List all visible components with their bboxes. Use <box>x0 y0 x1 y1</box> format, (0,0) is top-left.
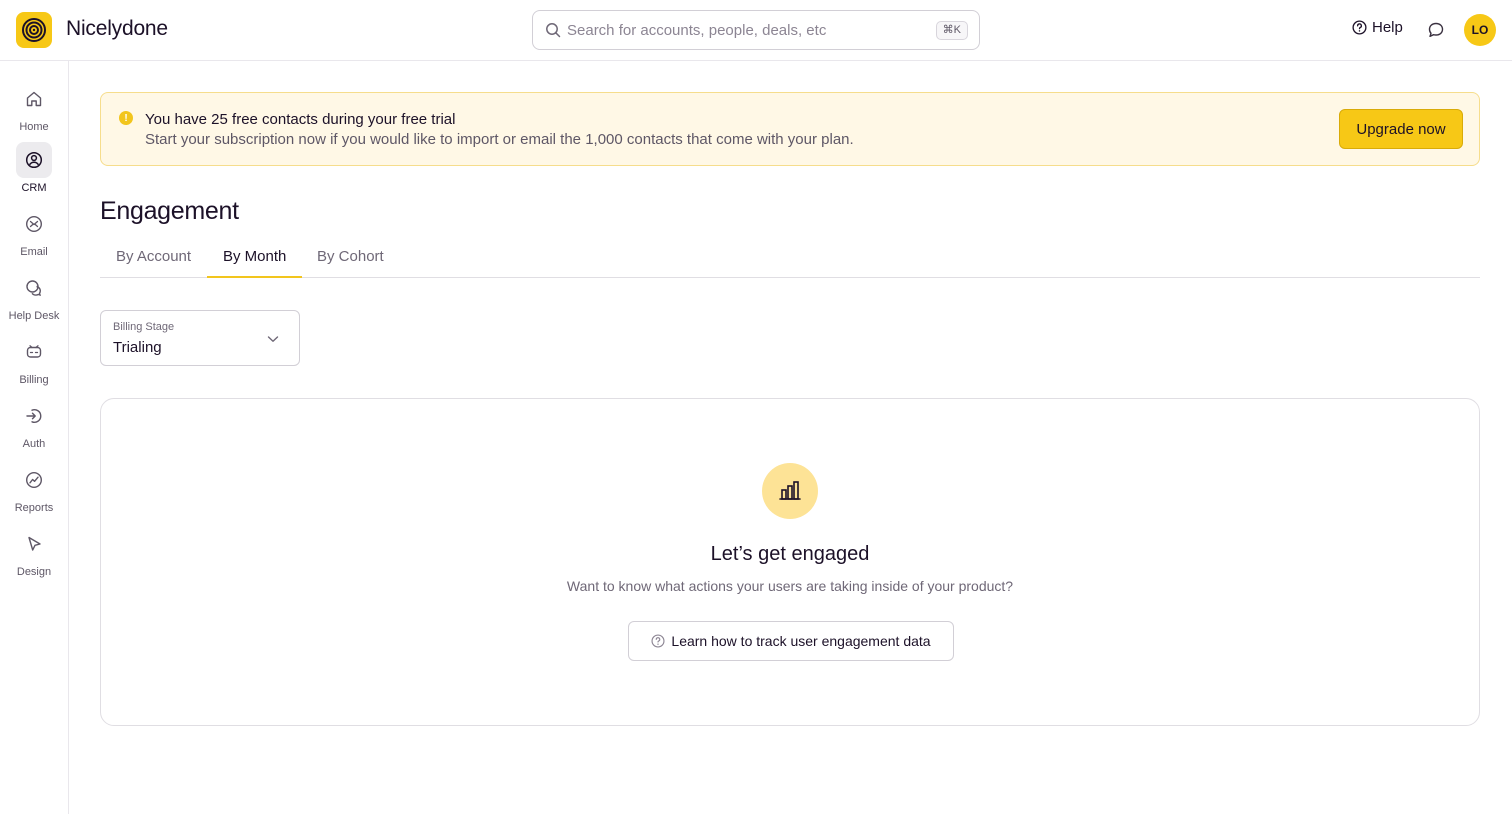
sidebar-item-reports[interactable]: Reports <box>0 462 68 522</box>
learn-tracking-button[interactable]: Learn how to track user engagement data <box>628 621 954 661</box>
user-circle-icon <box>16 142 52 178</box>
sidebar-item-label: Design <box>16 566 52 578</box>
info-icon: ! <box>119 111 133 125</box>
home-icon <box>16 81 52 117</box>
chart-line-icon <box>16 462 52 498</box>
help-circle-icon <box>1352 20 1367 35</box>
tab-by-month[interactable]: By Month <box>207 238 303 278</box>
sidebar-item-help-desk[interactable]: Help Desk <box>0 270 68 330</box>
tab-by-account[interactable]: By Account <box>100 238 207 278</box>
billing-icon <box>16 334 52 370</box>
sidebar-item-label: CRM <box>21 182 47 194</box>
search-shortcut-badge: ⌘K <box>935 21 968 40</box>
learn-tracking-label: Learn how to track user engagement data <box>671 633 931 649</box>
chat-icon[interactable] <box>1426 20 1446 40</box>
empty-state-card: Let’s get engaged Want to know what acti… <box>100 398 1480 726</box>
sidebar-item-label: Email <box>20 246 48 258</box>
top-bar: Nicelydone ⌘K Help LO <box>0 0 1512 61</box>
banner-text: Start your subscription now if you would… <box>145 131 854 148</box>
chat-bubbles-icon <box>16 270 52 306</box>
billing-stage-select[interactable]: Billing Stage Trialing <box>100 310 300 366</box>
sidebar-item-design[interactable]: Design <box>0 526 68 586</box>
chevron-down-icon <box>267 336 279 342</box>
page-title: Engagement <box>100 197 239 225</box>
search-icon <box>546 23 561 38</box>
billing-stage-value: Trialing <box>113 339 162 356</box>
global-search[interactable]: ⌘K <box>532 10 980 50</box>
upgrade-now-button[interactable]: Upgrade now <box>1339 109 1463 149</box>
banner-title: You have 25 free contacts during your fr… <box>145 111 456 128</box>
app-name: Nicelydone <box>66 17 168 40</box>
sidebar-item-label: Auth <box>22 438 46 450</box>
empty-state-text: Want to know what actions your users are… <box>566 578 1014 594</box>
help-label: Help <box>1372 19 1403 36</box>
sidebar-item-crm[interactable]: CRM <box>0 142 68 202</box>
sidebar-item-label: Billing <box>19 374 49 386</box>
trial-banner: ! You have 25 free contacts during your … <box>100 92 1480 166</box>
sidebar-item-home[interactable]: Home <box>0 81 68 141</box>
help-circle-icon <box>651 634 665 648</box>
tab-by-cohort[interactable]: By Cohort <box>301 238 400 278</box>
empty-state-title: Let’s get engaged <box>710 543 870 565</box>
sidebar-item-email[interactable]: Email <box>0 206 68 266</box>
search-input[interactable] <box>567 11 927 49</box>
bar-chart-icon <box>762 463 818 519</box>
app-logo[interactable] <box>16 12 52 48</box>
mail-icon <box>16 206 52 242</box>
cursor-icon <box>16 526 52 562</box>
sidebar-item-label: Reports <box>14 502 54 514</box>
billing-stage-label: Billing Stage <box>113 321 175 333</box>
engagement-tabs: By Account By Month By Cohort <box>100 238 1480 278</box>
sidebar: Home CRM Email Help Desk Billing Auth Re… <box>0 61 69 814</box>
sidebar-item-label: Home <box>19 121 49 133</box>
sidebar-item-auth[interactable]: Auth <box>0 398 68 458</box>
spiral-logo-icon <box>22 18 46 42</box>
sidebar-item-billing[interactable]: Billing <box>0 334 68 394</box>
help-button[interactable]: Help <box>1352 19 1403 36</box>
sidebar-item-label: Help Desk <box>8 310 60 322</box>
login-icon <box>16 398 52 434</box>
user-avatar[interactable]: LO <box>1464 14 1496 46</box>
